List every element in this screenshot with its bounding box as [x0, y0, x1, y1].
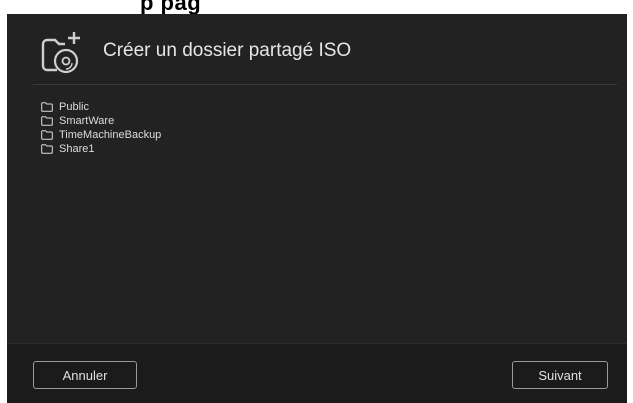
folder-icon — [41, 130, 53, 140]
folder-item-share1[interactable]: Share1 — [41, 142, 161, 156]
folder-item-public[interactable]: Public — [41, 100, 161, 114]
folder-label: Public — [59, 101, 89, 113]
create-iso-share-dialog: Créer un dossier partagé ISO Public Smar… — [7, 14, 627, 403]
add-iso-share-icon — [39, 30, 87, 78]
folder-icon — [41, 116, 53, 126]
folder-label: SmartWare — [59, 115, 115, 127]
folder-icon — [41, 102, 53, 112]
page-heading-strip: p pag — [0, 0, 633, 14]
folder-icon — [41, 144, 53, 154]
folder-item-smartware[interactable]: SmartWare — [41, 114, 161, 128]
dialog-title: Créer un dossier partagé ISO — [103, 40, 352, 61]
dialog-header: Créer un dossier partagé ISO — [7, 14, 627, 86]
page-heading-fragment: p pag — [140, 0, 202, 14]
folder-item-timemachinebackup[interactable]: TimeMachineBackup — [41, 128, 161, 142]
header-divider — [33, 84, 617, 85]
folder-list: Public SmartWare TimeMachineBackup Share… — [41, 100, 161, 156]
cancel-button[interactable]: Annuler — [33, 361, 137, 389]
next-button[interactable]: Suivant — [512, 361, 608, 389]
folder-label: TimeMachineBackup — [59, 129, 162, 141]
dialog-footer: Annuler Suivant — [7, 343, 627, 403]
folder-label: Share1 — [59, 143, 95, 155]
